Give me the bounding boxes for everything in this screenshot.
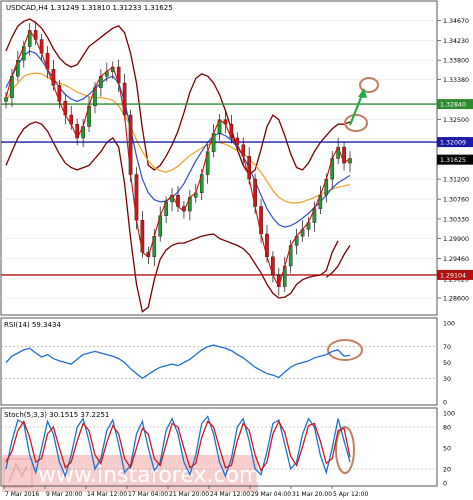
level-label: 1.32009 xyxy=(440,140,466,147)
up-arrow-line xyxy=(348,94,364,126)
y-tick-label: 100 xyxy=(443,321,455,328)
main-grid xyxy=(1,20,437,299)
level-label: 1.32840 xyxy=(440,102,466,109)
stoch-title: Stoch(5,3,3) 30.1515 37.2251 xyxy=(4,411,109,419)
x-tick-label: 29 Mar 04:00 xyxy=(251,491,291,498)
rsi-y-axis: 100 70 50 30 0 xyxy=(443,321,455,407)
rsi-panel-frame xyxy=(0,317,438,406)
x-tick-label: 24 Mar 12:00 xyxy=(210,491,250,498)
close-line xyxy=(5,29,351,289)
y-tick-label: 1.33800 xyxy=(443,58,469,65)
y-tick-label: 50 xyxy=(443,446,451,453)
rsi-circle xyxy=(327,339,363,361)
x-tick-label: 5 Apr 12:00 xyxy=(333,491,368,498)
y-tick-label: 80 xyxy=(443,425,451,432)
trading-chart: www.instaforex.com 1.346701.342301.33800… xyxy=(0,0,473,498)
y-tick-label: 1.34230 xyxy=(443,38,469,45)
candles xyxy=(4,21,352,296)
y-tick-label: 1.32500 xyxy=(443,117,469,124)
x-tick-label: 31 Mar 20:00 xyxy=(292,491,332,498)
y-tick-label: 50 xyxy=(443,360,451,367)
y-tick-label: 1.30330 xyxy=(443,216,469,223)
y-tick-label: 0 xyxy=(443,481,447,488)
candle-up xyxy=(4,97,8,102)
y-tick-label: 1.29900 xyxy=(443,236,469,243)
y-tick-label: 30 xyxy=(443,376,451,383)
x-tick-label: 21 Mar 20:00 xyxy=(169,491,209,498)
oscillator-line-0 xyxy=(5,344,351,380)
x-tick-label: 17 Mar 04:00 xyxy=(128,491,168,498)
y-tick-label: 1.34670 xyxy=(443,18,469,25)
stoch-y-axis: 100 80 50 20 0 xyxy=(443,411,455,488)
y-tick-label: 1.33380 xyxy=(443,77,469,84)
y-tick-label: 70 xyxy=(443,344,451,351)
y-tick-label: 1.30760 xyxy=(443,197,469,204)
x-tick-label: 7 Mar 2016 xyxy=(5,491,39,498)
rsi-series xyxy=(5,344,351,380)
series-bollinger-lower xyxy=(5,121,339,313)
y-tick-label: 20 xyxy=(443,467,451,474)
level-label: 1.29104 xyxy=(440,272,466,279)
x-tick-label: 14 Mar 12:00 xyxy=(87,491,127,498)
main-series xyxy=(5,18,351,313)
y-tick-label: 1.29460 xyxy=(443,256,469,263)
chart-stage: www.instaforex.com 1.34670 1.34230 1.33800… xyxy=(0,0,473,500)
main-title: USDCAD,H4 1.31249 1.31810 1.31233 1.3162… xyxy=(6,4,173,12)
y-tick-label: 100 xyxy=(443,411,455,418)
main-panel-frame xyxy=(0,0,438,316)
y-tick-label: 0 xyxy=(443,400,447,407)
level-labels: 1.32840 1.32009 1.29104 1.31625 xyxy=(437,99,473,280)
y-tick-label: 1.28600 xyxy=(443,295,469,302)
last-price-label: 1.31625 xyxy=(440,157,466,164)
x-tick-label: 9 Mar 20:00 xyxy=(46,491,82,498)
target-circle xyxy=(359,77,379,93)
y-tick-label: 1.31200 xyxy=(443,177,469,184)
rsi-title: RSI(14) 59.3434 xyxy=(4,321,61,329)
